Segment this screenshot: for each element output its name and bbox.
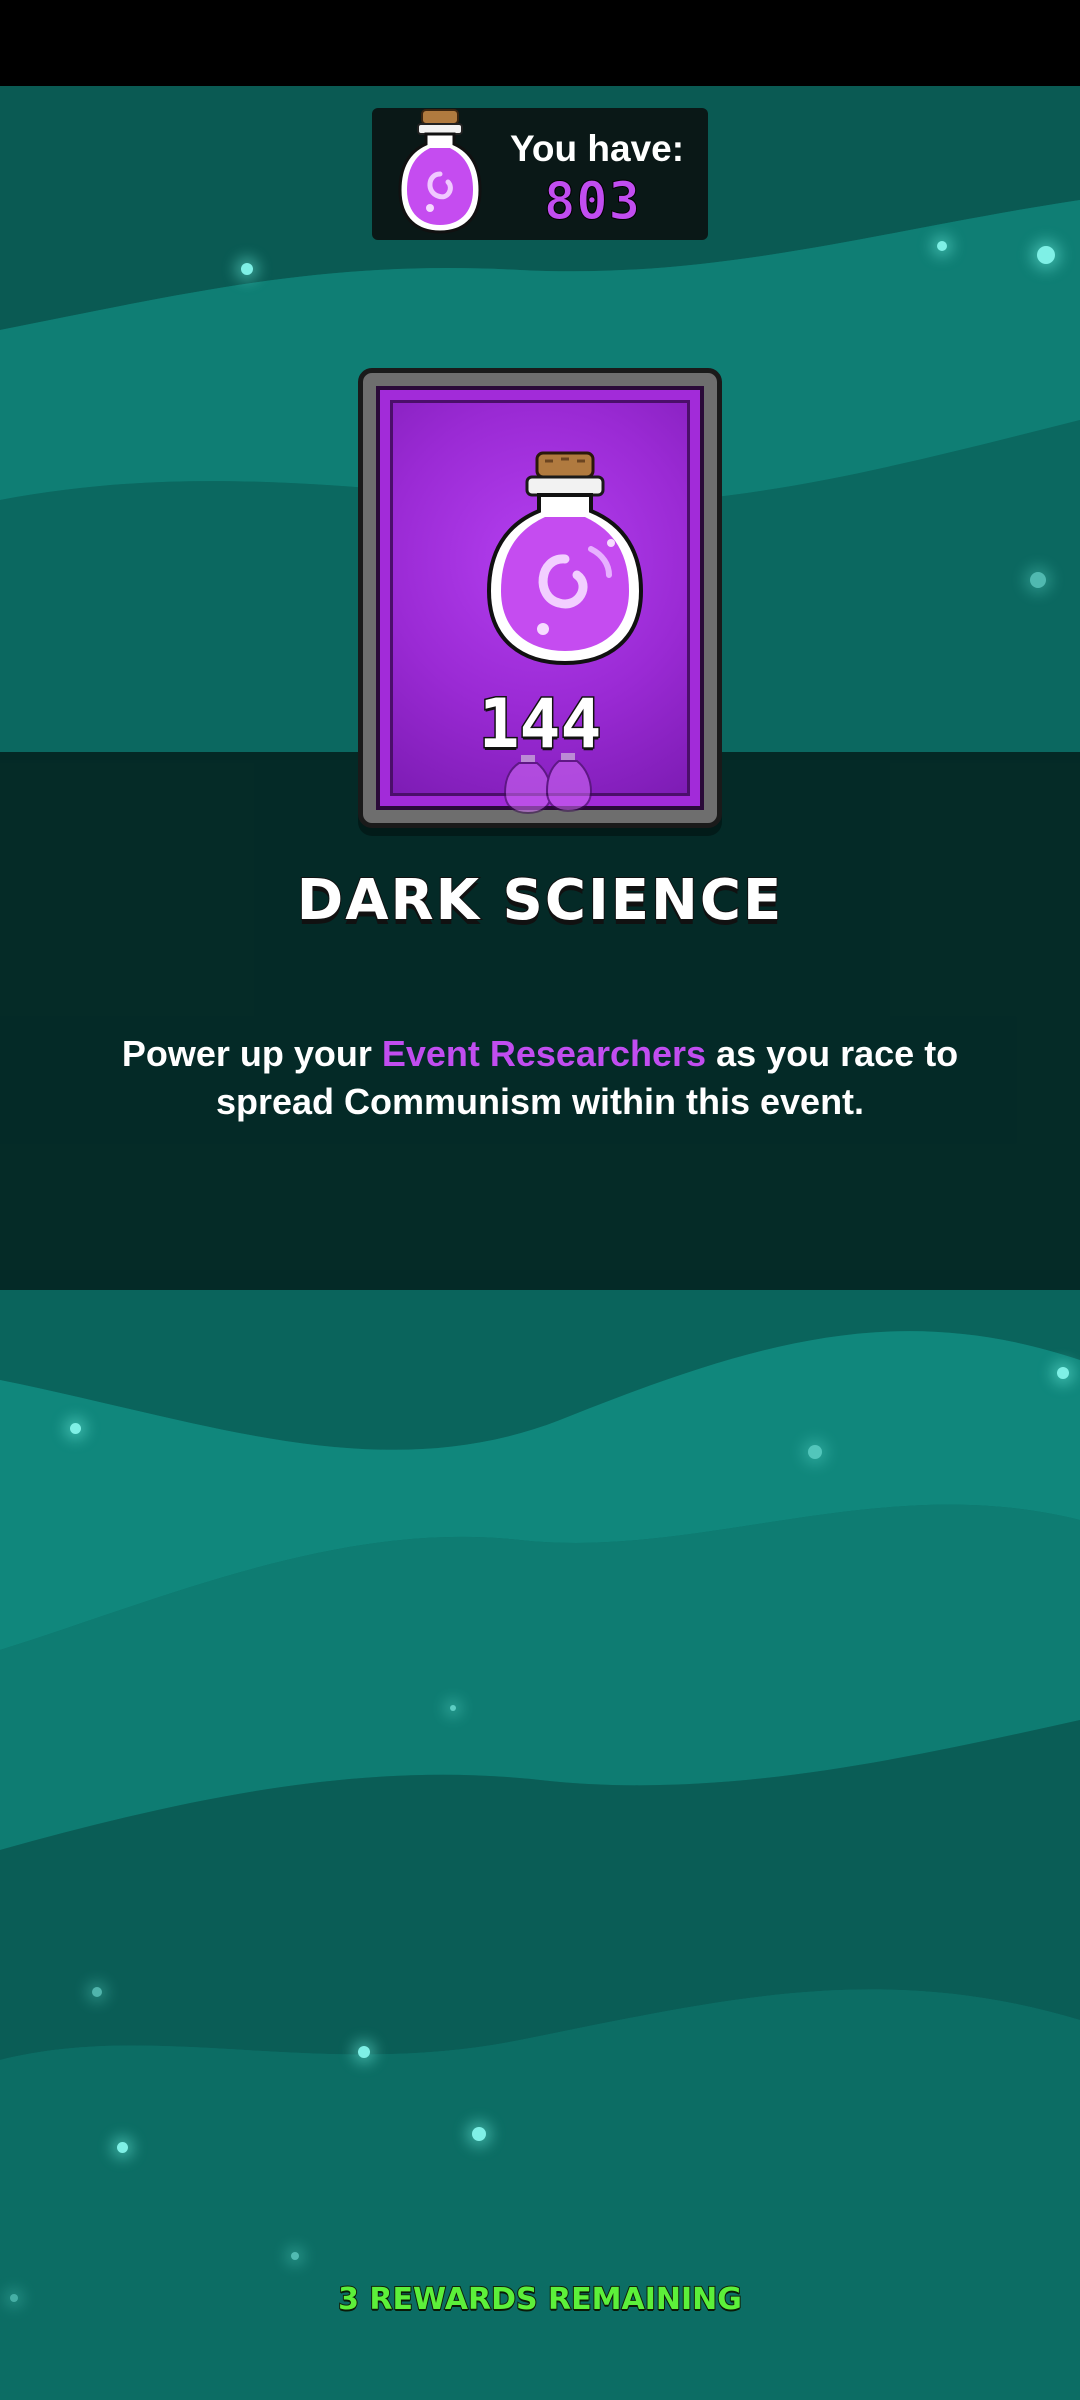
- glow-particle: [92, 1987, 102, 1997]
- rewards-remaining-label: 3 REWARDS REMAINING: [337, 2281, 743, 2318]
- dark-science-potion-icon: [398, 109, 482, 234]
- event-researchers-highlight: Event Researchers: [381, 1033, 707, 1074]
- glow-particle: [358, 2046, 370, 2058]
- glow-particle: [808, 1445, 822, 1459]
- glow-particle: [291, 2252, 299, 2260]
- card-inner: 144: [376, 386, 704, 815]
- currency-value: 803: [544, 172, 641, 233]
- glow-particle: [70, 1423, 81, 1434]
- glow-particle: [450, 1705, 456, 1711]
- dark-science-screen: You have: 803 144 DARK SCIENCE Power up …: [0, 0, 1080, 2400]
- dark-science-card: 144: [358, 368, 722, 828]
- glow-particle: [1057, 1367, 1069, 1379]
- glow-particle: [1030, 572, 1046, 588]
- event-description: Power up your Event Researchers as you r…: [60, 1030, 1020, 1126]
- event-title: DARK SCIENCE: [296, 867, 784, 934]
- currency-label: You have:: [510, 128, 685, 169]
- currency-counter: You have: 803: [372, 108, 708, 240]
- status-bar: [0, 0, 1080, 86]
- glow-particle: [472, 2127, 486, 2141]
- glow-particle: [1037, 246, 1055, 264]
- potion-stack-icon: [503, 753, 593, 815]
- dark-science-potion-icon: [486, 451, 644, 666]
- description-band: [0, 752, 1080, 1290]
- card-face: 144: [390, 400, 690, 815]
- glow-particle: [937, 241, 947, 251]
- description-text: Power up your: [121, 1033, 382, 1074]
- glow-particle: [241, 263, 253, 275]
- glow-particle: [117, 2142, 128, 2153]
